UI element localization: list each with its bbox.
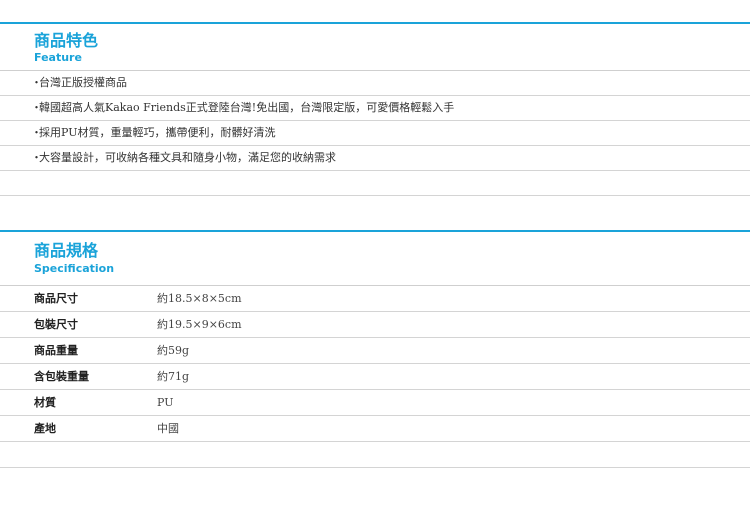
- bullet-icon: ・: [31, 76, 42, 89]
- bullet-icon: ・: [31, 101, 42, 114]
- feature-list: ・台灣正版授權商品 ・韓國超高人氣Kakao Friends正式登陸台灣!免出國…: [0, 71, 750, 196]
- feature-item-text: 採用PU材質，重量輕巧，攜帶便利，耐髒好清洗: [39, 126, 276, 139]
- spec-row: 商品重量 約59g: [0, 338, 750, 364]
- spec-row: 包裝尺寸 約19.5×9×6cm: [0, 312, 750, 338]
- spec-value: PU: [157, 396, 174, 409]
- spec-label: 含包裝重量: [34, 370, 89, 383]
- bullet-icon: ・: [31, 126, 42, 139]
- spec-label: 產地: [34, 422, 56, 435]
- spec-row: 產地 中國: [0, 416, 750, 442]
- spec-label: 商品重量: [34, 344, 78, 357]
- spec-table: 商品尺寸 約18.5×8×5cm 包裝尺寸 約19.5×9×6cm 商品重量 約…: [0, 286, 750, 468]
- spec-subtitle: Specification: [34, 262, 115, 275]
- feature-item-text: 台灣正版授權商品: [39, 76, 127, 89]
- spec-row: 含包裝重量 約71g: [0, 364, 750, 390]
- spec-title: 商品規格: [34, 241, 99, 260]
- feature-subtitle: Feature: [34, 51, 82, 64]
- feature-item-text: 韓國超高人氣Kakao Friends正式登陸台灣!免出國，台灣限定版，可愛價格…: [39, 101, 455, 114]
- feature-item: ・大容量設計，可收納各種文具和隨身小物，滿足您的收納需求: [0, 146, 750, 171]
- feature-empty-row: [0, 171, 750, 196]
- bullet-icon: ・: [31, 151, 42, 164]
- spec-value: 約71g: [157, 370, 190, 383]
- feature-item: ・韓國超高人氣Kakao Friends正式登陸台灣!免出國，台灣限定版，可愛價…: [0, 96, 750, 121]
- spec-empty-row: [0, 442, 750, 468]
- feature-title: 商品特色: [34, 31, 99, 50]
- feature-item: ・台灣正版授權商品: [0, 71, 750, 96]
- spec-row: 商品尺寸 約18.5×8×5cm: [0, 286, 750, 312]
- spec-label: 商品尺寸: [34, 292, 78, 305]
- spec-heading: 商品規格 Specification: [0, 232, 750, 285]
- spec-value: 約59g: [157, 344, 190, 357]
- feature-item: ・採用PU材質，重量輕巧，攜帶便利，耐髒好清洗: [0, 121, 750, 146]
- feature-item-text: 大容量設計，可收納各種文具和隨身小物，滿足您的收納需求: [39, 151, 336, 164]
- spec-value: 中國: [157, 422, 179, 435]
- spec-value: 約18.5×8×5cm: [157, 292, 242, 305]
- feature-heading: 商品特色 Feature: [0, 24, 750, 70]
- spec-label: 包裝尺寸: [34, 318, 78, 331]
- spec-label: 材質: [34, 396, 56, 409]
- spec-section: 商品規格 Specification 商品尺寸 約18.5×8×5cm 包裝尺寸…: [0, 230, 750, 468]
- spec-value: 約19.5×9×6cm: [157, 318, 242, 331]
- feature-section: 商品特色 Feature ・台灣正版授權商品 ・韓國超高人氣Kakao Frie…: [0, 22, 750, 196]
- spec-row: 材質 PU: [0, 390, 750, 416]
